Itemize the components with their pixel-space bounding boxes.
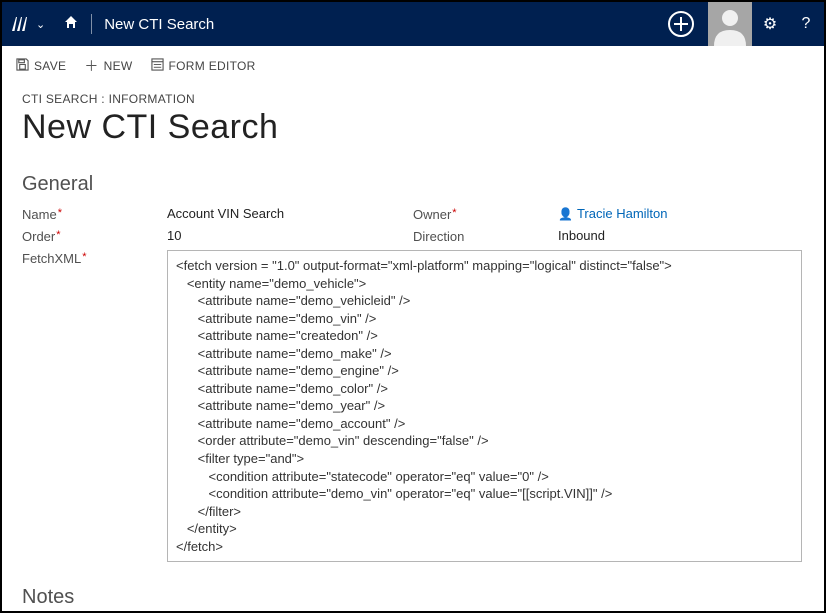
user-avatar[interactable] (708, 2, 752, 46)
chevron-down-icon: ⌄ (36, 18, 45, 31)
owner-field[interactable]: 👤Tracie Hamilton (558, 206, 804, 221)
plus-icon: ＋ (84, 56, 98, 76)
page-title: New CTI Search (22, 108, 804, 147)
section-general: General (22, 173, 804, 196)
add-new-button[interactable] (668, 11, 694, 37)
order-label: Order* (22, 228, 167, 244)
breadcrumb: CTI SEARCH : INFORMATION (22, 92, 804, 106)
section-notes: Notes (22, 586, 804, 609)
owner-label: Owner* (413, 206, 558, 222)
name-label: Name* (22, 206, 167, 222)
gear-icon: ⚙ (763, 16, 777, 33)
fetchxml-label: FetchXML* (22, 250, 167, 266)
save-button[interactable]: SAVE (16, 58, 66, 74)
new-button[interactable]: ＋ NEW (84, 56, 132, 76)
home-button[interactable] (51, 14, 91, 35)
top-nav-bar: ⌄ New CTI Search ⚙ ? (2, 2, 824, 46)
form-editor-button[interactable]: FORM EDITOR (151, 58, 256, 74)
settings-button[interactable]: ⚙ (752, 14, 788, 34)
order-field[interactable]: 10 (167, 228, 413, 243)
command-bar: SAVE ＋ NEW FORM EDITOR (2, 46, 824, 86)
app-switcher[interactable]: ⌄ (2, 2, 51, 46)
direction-field[interactable]: Inbound (558, 228, 804, 243)
save-icon (16, 58, 29, 74)
form-editor-icon (151, 58, 164, 74)
person-icon: 👤 (558, 207, 573, 221)
page-context-title: New CTI Search (92, 16, 226, 33)
help-button[interactable]: ? (788, 15, 824, 33)
fetchxml-field[interactable]: <fetch version = "1.0" output-format="xm… (167, 250, 802, 562)
general-form: Name* Account VIN Search Owner* 👤Tracie … (22, 206, 804, 568)
help-icon: ? (802, 15, 811, 32)
direction-label: Direction (413, 228, 558, 244)
name-field[interactable]: Account VIN Search (167, 206, 413, 221)
dynamics-logo-icon (12, 17, 30, 31)
